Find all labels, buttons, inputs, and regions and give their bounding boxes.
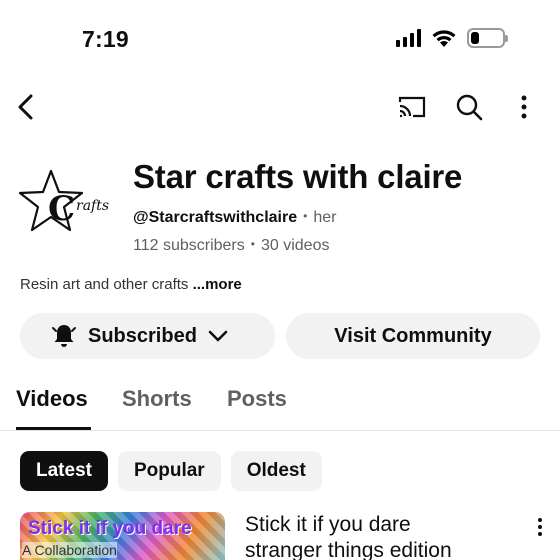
channel-stats: 112 subscribers • 30 videos — [133, 237, 329, 255]
channel-meta: @Starcraftswithclaire • her — [133, 209, 336, 227]
search-icon — [456, 94, 483, 121]
channel-handle[interactable]: @Starcraftswithclaire — [133, 209, 297, 226]
more-vert-icon — [538, 518, 542, 536]
video-title-line1: Stick it if you dare — [245, 513, 411, 536]
visit-community-button[interactable]: Visit Community — [286, 313, 540, 359]
cast-icon — [398, 96, 426, 118]
channel-name: Star crafts with claire — [133, 158, 463, 195]
back-icon — [18, 94, 33, 120]
thumbnail-title: Stick it if you dare — [28, 518, 192, 539]
channel-description[interactable]: Resin art and other crafts ...more — [20, 276, 242, 293]
wifi-icon — [432, 30, 456, 47]
chip-popular[interactable]: Popular — [117, 451, 221, 491]
battery-icon — [467, 28, 508, 48]
video-title[interactable]: Stick it if you dare stranger things edi… — [245, 512, 452, 560]
video-list-item[interactable]: Stick it if you dare A Collaboration Sti… — [0, 510, 560, 560]
video-title-line2: stranger things edition — [245, 539, 452, 560]
tab-videos[interactable]: Videos — [16, 386, 88, 412]
thumbnail-subtitle: A Collaboration — [22, 542, 117, 558]
meta-separator: • — [303, 209, 308, 223]
video-more-button[interactable] — [530, 514, 550, 540]
battery-fill — [471, 32, 479, 44]
back-button[interactable] — [10, 91, 42, 123]
chip-latest[interactable]: Latest — [20, 451, 108, 491]
chip-oldest[interactable]: Oldest — [230, 451, 322, 491]
subscribed-button[interactable]: Subscribed — [20, 313, 275, 359]
sort-chips: Latest Popular Oldest — [20, 451, 322, 491]
top-nav — [0, 84, 560, 130]
channel-tabs: Videos Shorts Posts — [0, 378, 560, 431]
avatar-letter: C — [48, 189, 76, 229]
search-button[interactable] — [452, 91, 486, 123]
video-count: 30 videos — [260, 237, 330, 254]
channel-pronoun: her — [313, 209, 337, 226]
tab-posts[interactable]: Posts — [227, 386, 287, 412]
status-icons — [396, 28, 508, 48]
cast-button[interactable] — [394, 91, 430, 123]
subscribed-label: Subscribed — [88, 324, 197, 347]
description-more-link[interactable]: ...more — [193, 276, 242, 293]
channel-avatar[interactable]: C rafts — [16, 168, 116, 244]
description-text: Resin art and other crafts — [20, 276, 189, 293]
bell-icon — [52, 325, 76, 347]
stats-separator: • — [250, 237, 255, 251]
more-options-button[interactable] — [510, 91, 538, 123]
active-tab-indicator — [16, 427, 91, 430]
chevron-down-icon — [208, 330, 228, 342]
avatar-text: rafts — [76, 198, 110, 214]
subscriber-count: 112 subscribers — [133, 237, 245, 254]
tab-shorts[interactable]: Shorts — [122, 386, 192, 412]
video-thumbnail[interactable]: Stick it if you dare A Collaboration — [20, 512, 225, 560]
signal-icon — [396, 29, 421, 47]
visit-community-label: Visit Community — [334, 324, 492, 347]
more-vert-icon — [521, 95, 527, 119]
status-bar: 7:19 — [0, 0, 560, 84]
status-time: 7:19 — [82, 26, 129, 52]
